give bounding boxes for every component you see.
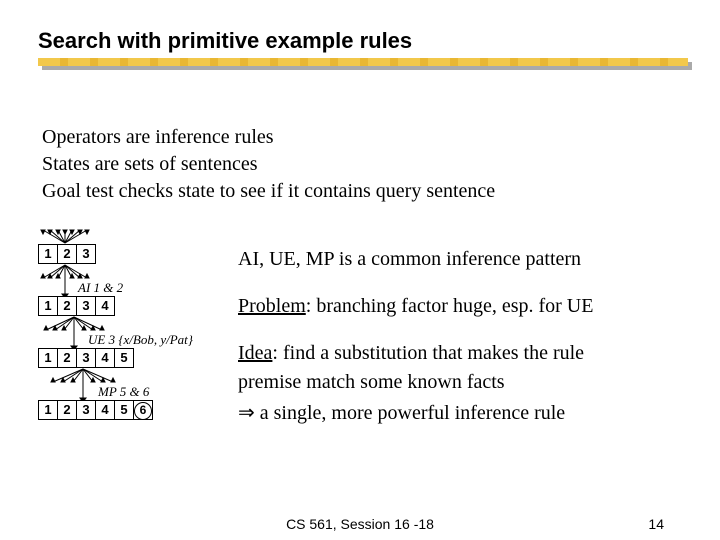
bullet-list: Operators are inference rules States are… [42, 124, 495, 205]
tree-edge-3: MP 5 & 6 [38, 368, 238, 400]
right-line-1: AI, UE, MP is a common inference pattern [238, 248, 593, 271]
bullet-3: Goal test checks state to see if it cont… [42, 178, 495, 205]
tree-cell: 4 [96, 401, 115, 419]
tree-cell: 1 [39, 349, 58, 367]
tree-row-2: 1 2 3 4 [38, 296, 115, 316]
tree-cell: 2 [58, 245, 77, 263]
idea-label: Idea [238, 342, 272, 364]
fan-up-1 [38, 228, 218, 244]
tree-cell: 2 [58, 401, 77, 419]
slide-title: Search with primitive example rules [38, 28, 412, 54]
tree-row-3: 1 2 3 4 5 [38, 348, 134, 368]
tree-step-1: AI 1 & 2 [77, 280, 124, 295]
tree-cell: 4 [96, 349, 115, 367]
tree-row-1: 1 2 3 [38, 244, 96, 264]
tree-cell: 4 [96, 297, 114, 315]
tree-cell: 3 [77, 349, 96, 367]
bullet-1: Operators are inference rules [42, 124, 495, 151]
tree-cell: 1 [39, 245, 58, 263]
idea-continuation: premise match some known facts [238, 371, 593, 394]
problem-label: Problem [238, 295, 306, 317]
tree-cell: 3 [77, 401, 96, 419]
tree-step-2: UE 3 {x/Bob, y/Pat} [88, 332, 194, 347]
tree-edge-2: UE 3 {x/Bob, y/Pat} [38, 316, 238, 348]
bullet-2: States are sets of sentences [42, 151, 495, 178]
problem-text: : branching factor huge, esp. for UE [306, 295, 594, 317]
title-rule [38, 58, 688, 70]
right-column: AI, UE, MP is a common inference pattern… [238, 248, 593, 431]
idea-conclusion: ⇒ a single, more powerful inference rule [238, 400, 593, 425]
tree-edge-1: AI 1 & 2 [38, 264, 218, 296]
tree-cell: 1 [39, 297, 58, 315]
tree-cell: 3 [77, 245, 95, 263]
tree-cell: 5 [115, 349, 133, 367]
tree-cell: 3 [77, 297, 96, 315]
tree-cell: 1 [39, 401, 58, 419]
idea-text: : find a substitution that makes the rul… [272, 342, 584, 364]
tree-cell: 2 [58, 349, 77, 367]
right-line-problem: Problem: branching factor huge, esp. for… [238, 295, 593, 318]
tree-cell: 2 [58, 297, 77, 315]
search-tree: 1 2 3 AI 1 & 2 [38, 228, 238, 420]
footer-center: CS 561, Session 16 -18 [0, 516, 720, 532]
page-number: 14 [648, 516, 664, 532]
tree-cell: 5 [115, 401, 134, 419]
tree-step-3: MP 5 & 6 [97, 384, 150, 399]
tree-cell-goal: 6 [134, 401, 152, 419]
tree-row-4: 1 2 3 4 5 6 [38, 400, 153, 420]
right-line-idea: Idea: find a substitution that makes the… [238, 342, 593, 365]
